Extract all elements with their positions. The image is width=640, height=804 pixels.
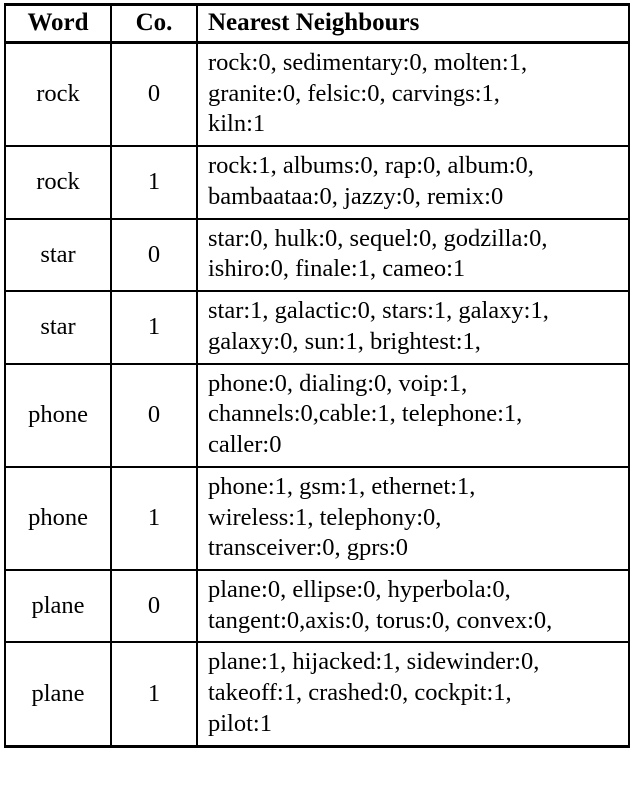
table-row: star 0 star:0, hulk:0, sequel:0, godzilla:…: [5, 218, 629, 292]
table-row: rock 1 rock:1, albums:0, rap:0, album:0, ba…: [5, 146, 629, 219]
cell-nearest-neighbours: rock:1, albums:0, rap:0, album:0, bambaat…: [196, 146, 629, 219]
cell-nearest-neighbours: phone:0, dialing:0, voip:1, channels:0,ca…: [196, 363, 629, 467]
table-row: star 1 star:1, galactic:0, stars:1, galaxy…: [5, 291, 629, 364]
table-row: phone 1 phone:1, gsm:1, ethernet:1, wireles…: [5, 466, 629, 571]
cell-word: phone: [28, 400, 88, 428]
nearest-neighbours-line: rock:1, albums:0, rap:0, album:0,: [208, 152, 534, 180]
cell-word: rock: [36, 168, 80, 196]
nearest-neighbours-line: pilot:1: [208, 709, 272, 737]
cell-nearest-neighbours: star:0, hulk:0, sequel:0, godzilla:0, ish…: [196, 218, 629, 292]
nearest-neighbours-line: takeoff:1, crashed:0, cockpit:1,: [208, 679, 512, 707]
cell-nearest-neighbours: star:1, galactic:0, stars:1, galaxy:1, ga…: [196, 291, 629, 364]
nearest-neighbours-line: bambaataa:0, jazzy:0, remix:0: [208, 182, 504, 210]
nearest-neighbours-line: tangent:0,axis:0, torus:0, convex:0,: [208, 606, 553, 634]
table-row: plane 0 plane:0, ellipse:0, hyperbola:0, ta…: [5, 570, 629, 643]
cell-nearest-neighbours: phone:1, gsm:1, ethernet:1, wireless:1, t…: [196, 466, 629, 571]
cell-word: star: [40, 240, 76, 268]
nearest-neighbours-line: transceiver:0, gprs:0: [208, 534, 409, 562]
nearest-neighbours-line: channels:0,cable:1, telephone:1,: [208, 400, 523, 428]
cell-nearest-neighbours: rock:0, sedimentary:0, molten:1, granite:…: [196, 42, 629, 147]
nearest-neighbours-line: granite:0, felsic:0, carvings:1,: [208, 79, 500, 107]
cell-co: 0: [110, 363, 197, 467]
cell-word: plane: [31, 591, 85, 619]
nearest-neighbours-line: rock:0, sedimentary:0, molten:1,: [208, 49, 528, 76]
nearest-neighbours-table: Word Co. Nearest Neighbours rock 0 rock:0,…: [4, 3, 630, 748]
cell-word: phone: [28, 504, 88, 532]
cell-co: 0: [110, 42, 197, 147]
nearest-neighbours-line: star:0, hulk:0, sequel:0, godzilla:0,: [208, 224, 548, 252]
table-row: rock 0 rock:0, sedimentary:0, molten:1, gra…: [5, 42, 629, 147]
nearest-neighbours-line: caller:0: [208, 431, 282, 459]
cell-co: 0: [110, 570, 197, 643]
nearest-neighbours-line: plane:0, ellipse:0, hyperbola:0,: [208, 576, 511, 604]
cell-word: star: [40, 313, 76, 340]
table-body: rock 0 rock:0, sedimentary:0, molten:1, gra…: [5, 42, 629, 747]
table-row: plane 1 plane:1, hijacked:1, sidewinder:0,…: [5, 642, 629, 747]
column-header-word: Word: [5, 4, 111, 44]
column-header-nearest-neighbours: Nearest Neighbours: [196, 4, 629, 44]
nearest-neighbours-line: phone:0, dialing:0, voip:1,: [208, 369, 468, 397]
cell-word: plane: [31, 679, 85, 707]
cell-co: 1: [110, 642, 197, 747]
table-row: phone 0 phone:0, dialing:0, voip:1, channel…: [5, 363, 629, 467]
cell-co: 0: [110, 218, 197, 292]
table-header-row: Word Co. Nearest Neighbours: [5, 4, 629, 44]
table-header: Word Co. Nearest Neighbours: [5, 4, 629, 44]
cell-co: 1: [110, 291, 197, 364]
cell-nearest-neighbours: plane:1, hijacked:1, sidewinder:0, takeof…: [196, 642, 629, 747]
cell-nearest-neighbours: plane:0, ellipse:0, hyperbola:0, tangent:…: [196, 570, 629, 643]
nearest-neighbours-line: galaxy:0, sun:1, brightest:1,: [208, 327, 481, 355]
nearest-neighbours-line: ishiro:0, finale:1, cameo:1: [208, 255, 466, 283]
nearest-neighbours-table-container: Word Co. Nearest Neighbours rock 0 rock:0,…: [4, 3, 630, 748]
column-header-co: Co.: [110, 4, 197, 44]
nearest-neighbours-line: phone:1, gsm:1, ethernet:1,: [208, 472, 476, 500]
nearest-neighbours-line: plane:1, hijacked:1, sidewinder:0,: [208, 648, 540, 676]
nearest-neighbours-line: kiln:1: [208, 110, 266, 138]
cell-word: rock: [36, 80, 80, 108]
cell-co: 1: [110, 466, 197, 571]
nearest-neighbours-line: wireless:1, telephony:0,: [208, 503, 442, 531]
cell-co: 1: [110, 146, 197, 219]
nearest-neighbours-line: star:1, galactic:0, stars:1, galaxy:1,: [208, 297, 549, 325]
